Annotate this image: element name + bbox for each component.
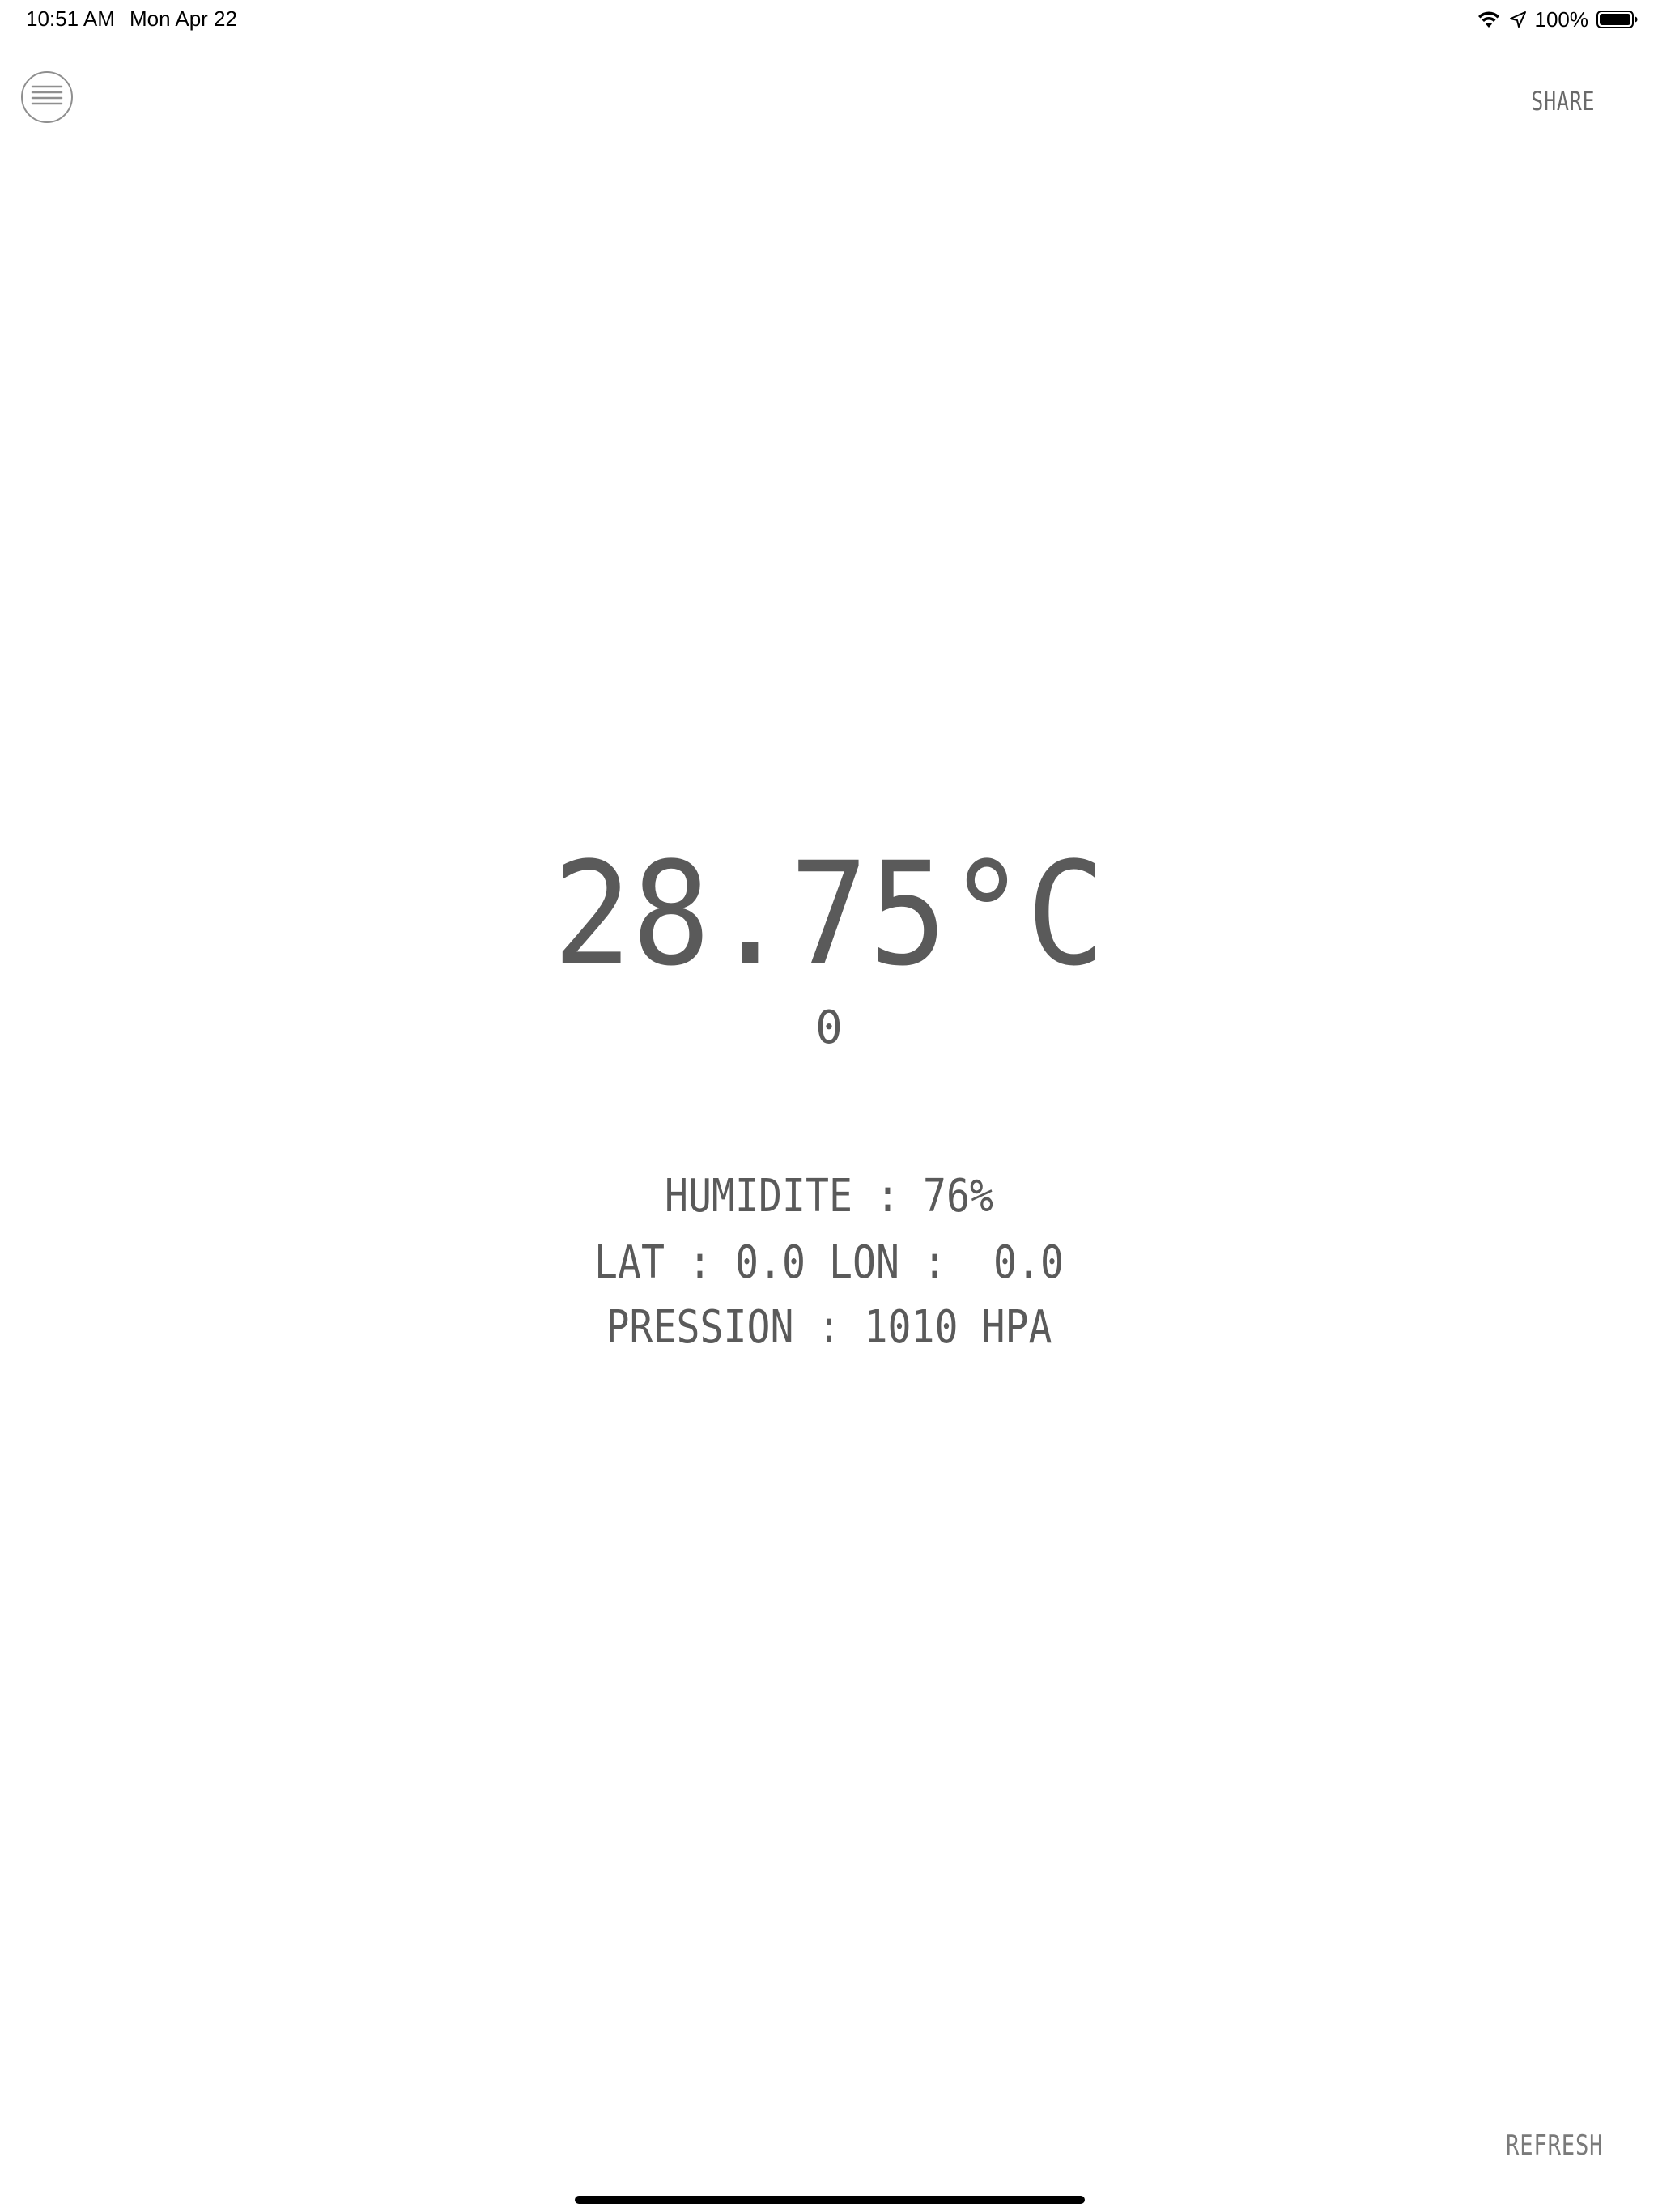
status-time: 10:51 AM xyxy=(26,6,115,31)
location-arrow-icon xyxy=(1509,11,1527,28)
home-indicator[interactable] xyxy=(575,2196,1085,2204)
share-button[interactable]: SHARE xyxy=(1531,86,1595,117)
status-indicators: 100% xyxy=(1477,5,1639,34)
temperature-readout: 28.75°C xyxy=(552,832,1106,998)
battery-icon xyxy=(1596,10,1639,29)
menu-button[interactable] xyxy=(21,71,73,123)
wifi-icon xyxy=(1477,10,1501,29)
status-date: Mon Apr 22 xyxy=(130,6,237,31)
hamburger-menu-icon xyxy=(31,84,63,110)
secondary-value: 0 xyxy=(815,1002,843,1054)
status-bar: 10:51 AM Mon Apr 22 100% xyxy=(0,0,1658,39)
battery-percent: 100% xyxy=(1534,6,1589,32)
refresh-button[interactable]: REFRESH xyxy=(1506,2129,1603,2162)
pressure-readout: PRESSION : 1010 HPA xyxy=(0,1198,1658,1406)
pressure-text: PRESSION : 1010 HPA xyxy=(606,1301,1052,1354)
